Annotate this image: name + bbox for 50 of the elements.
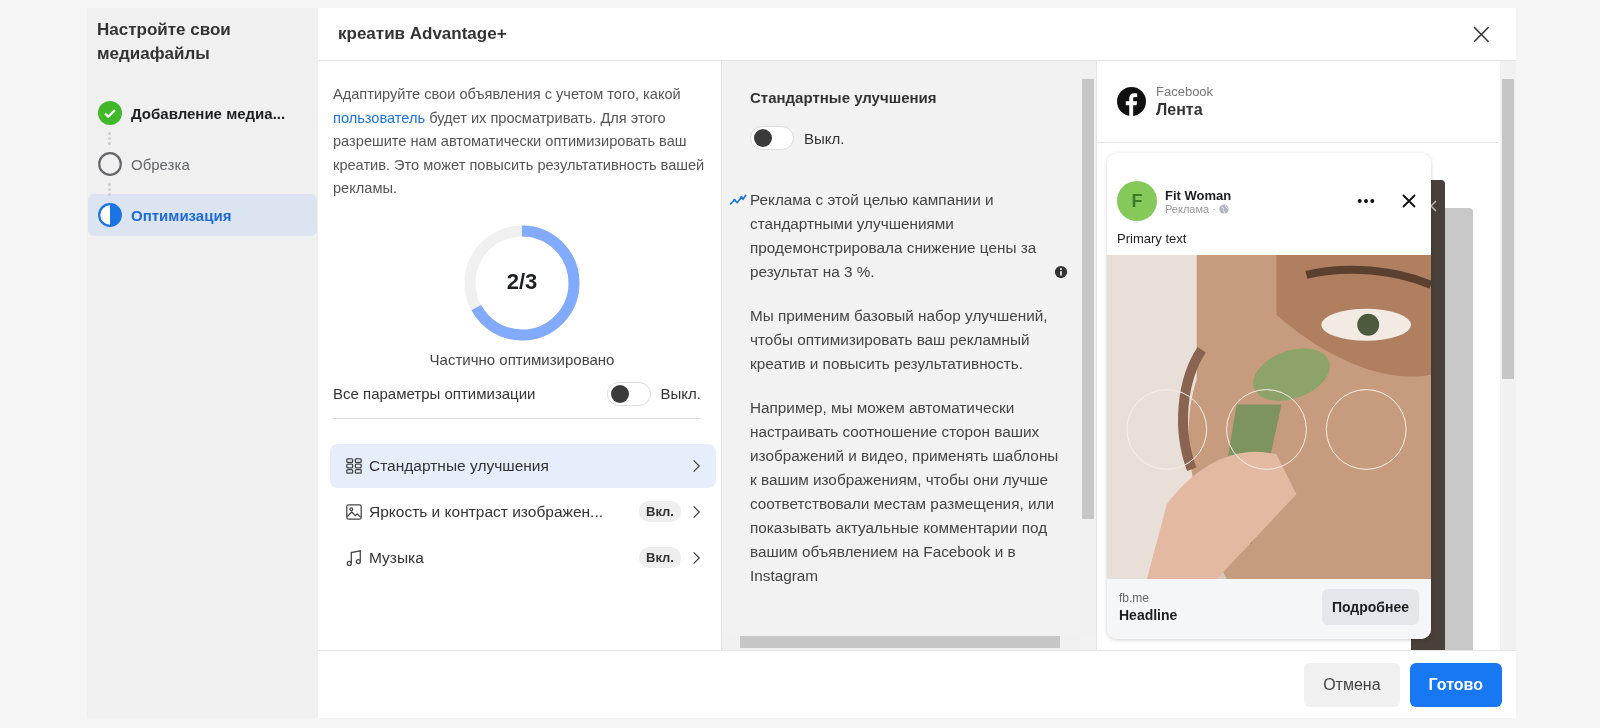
ad-headline: Headline bbox=[1119, 607, 1178, 623]
trend-icon bbox=[729, 193, 747, 207]
vertical-scrollbar[interactable] bbox=[1500, 61, 1516, 650]
toggle-state: Выкл. bbox=[804, 129, 845, 147]
step-item[interactable]: Обрезка bbox=[88, 143, 317, 185]
page-name: Fit Woman bbox=[1165, 187, 1233, 203]
toggle-switch[interactable] bbox=[606, 381, 651, 406]
platform-name: Facebook bbox=[1156, 84, 1214, 99]
intro-paragraph: Адаптируйте свои объявления с учетом того, какой пользователь будет их просматривать. Для этого разрешите нам автоматически оптимизировать ваш креатив. Это может повысить результативность вашей рекламы. bbox=[333, 85, 706, 198]
option-item[interactable]: Музыка Вкл. bbox=[330, 535, 716, 580]
progress-caption: Частично оптимизировано bbox=[428, 350, 616, 368]
toggle-switch[interactable] bbox=[750, 126, 794, 150]
primary-text: Primary text bbox=[1116, 230, 1188, 248]
cancel-button[interactable]: Отмена bbox=[1304, 662, 1400, 707]
status-badge: Вкл. bbox=[639, 501, 681, 522]
step-item[interactable]: Оптимизация bbox=[88, 194, 317, 236]
music-note-icon bbox=[345, 548, 363, 567]
chevron-right-icon bbox=[691, 457, 701, 474]
sidebar-title: Настройте свои медиафайлы bbox=[96, 19, 232, 65]
empty-circle-icon bbox=[98, 152, 122, 176]
close-button[interactable]: × bbox=[1464, 19, 1498, 49]
option-item[interactable]: Яркость и контраст изображен... Вкл. bbox=[330, 489, 716, 534]
sponsored-label: Реклама · bbox=[1165, 202, 1216, 215]
placement-name: Лента bbox=[1156, 101, 1204, 119]
image-icon bbox=[345, 502, 363, 521]
section-title: Стандартные улучшения bbox=[750, 89, 938, 106]
dialog-title: креатив Advantage+ bbox=[338, 24, 507, 44]
grid-icon bbox=[345, 456, 363, 475]
description-paragraph: Например, мы можем автоматически настраивать соотношение сторон ваших изображений и видео, применять шаблоны к вашим изображениям, чтобы они лучше соответствовали местам размещения, или показывать актуальные комментарии под вашим объявлением на Facebook и в Instagram bbox=[750, 398, 1060, 586]
globe-icon bbox=[1218, 203, 1229, 214]
more-icon[interactable] bbox=[1357, 198, 1375, 204]
cta-button[interactable]: Подробнее bbox=[1321, 589, 1419, 625]
status-badge: Вкл. bbox=[639, 547, 681, 568]
facebook-logo-icon bbox=[1117, 87, 1146, 116]
insight-text: Реклама с этой целью кампании и стандартными улучшениями продемонстрировала снижение цены за результат на 3 %. bbox=[750, 190, 1038, 282]
done-button[interactable]: Готово bbox=[1409, 662, 1502, 707]
avatar: F bbox=[1117, 181, 1157, 221]
half-circle-icon bbox=[98, 203, 122, 227]
toggle-label: Все параметры оптимизации bbox=[333, 385, 537, 402]
description-paragraph: Мы применим базовый набор улучшений, чтобы оптимизировать ваш рекламный креатив и повысить результативность. bbox=[750, 306, 1049, 374]
progress-count: 2/3 bbox=[505, 268, 539, 295]
toggle-state: Выкл. bbox=[660, 385, 701, 402]
check-circle-icon bbox=[98, 101, 122, 125]
info-icon[interactable] bbox=[1054, 265, 1068, 279]
link-domain: fb.me bbox=[1119, 591, 1150, 605]
option-item[interactable]: Стандартные улучшения bbox=[330, 443, 716, 488]
chevron-right-icon bbox=[691, 503, 701, 520]
user-link[interactable]: пользователь bbox=[333, 109, 426, 126]
chevron-right-icon bbox=[691, 549, 701, 566]
step-item[interactable]: Добавление медиа... bbox=[88, 92, 317, 134]
